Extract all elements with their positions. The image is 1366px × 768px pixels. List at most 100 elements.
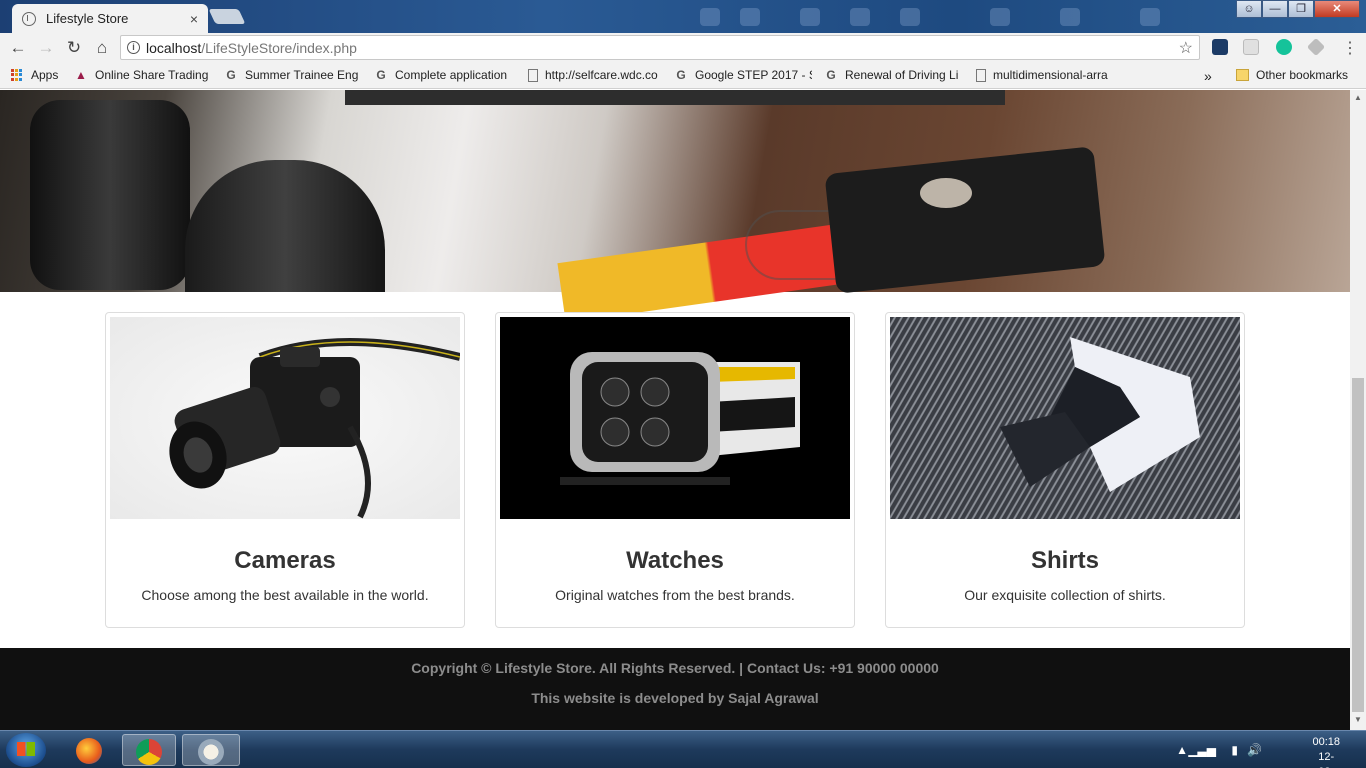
watches-image[interactable] (500, 317, 850, 519)
url-path: /LifeStyleStore/index.php (201, 39, 357, 56)
grammarly-icon[interactable] (1276, 39, 1292, 55)
close-window-button[interactable]: ✕ (1314, 0, 1360, 18)
extension-cube-icon[interactable] (1306, 37, 1326, 57)
browser-tab[interactable]: Lifestyle Store × (12, 4, 208, 33)
apps-grid-icon (10, 68, 24, 82)
category-card-shirts[interactable]: Shirts Our exquisite collection of shirt… (885, 312, 1245, 628)
show-hidden-icons-icon[interactable]: ▲ (1176, 743, 1188, 757)
background-decoration (740, 8, 760, 26)
bookmark-other-bookmarks[interactable]: Other bookmarks (1236, 68, 1348, 82)
bookmark-label: Complete application (395, 68, 508, 82)
bookmark-renewal-driving[interactable]: G Renewal of Driving Li (824, 68, 960, 82)
taskbar-firefox[interactable] (62, 734, 116, 766)
bookmark-apps[interactable]: Apps (10, 68, 58, 82)
google-icon: G (226, 68, 236, 82)
scrollbar-thumb[interactable] (1352, 378, 1364, 712)
taskbar-chrome[interactable] (122, 734, 176, 766)
card-description: Choose among the best available in the w… (141, 587, 429, 603)
extension-pdf-icon[interactable] (1243, 39, 1259, 55)
menu-kebab-icon[interactable]: ⋮ (1342, 38, 1358, 58)
firefox-icon (76, 738, 102, 764)
site-info-icon[interactable]: i (127, 41, 140, 54)
bookmark-label: Other bookmarks (1256, 68, 1349, 82)
clock-time: 00:18 (1312, 736, 1340, 748)
category-card-cameras[interactable]: Cameras Choose among the best available … (105, 312, 465, 628)
browser-toolbar: ← → ↻ ⌂ i localhost/LifeStyleStore/index… (0, 33, 1366, 62)
background-decoration (1140, 8, 1160, 26)
reload-icon[interactable]: ↻ (60, 38, 88, 58)
page-content: Cameras Choose among the best available … (0, 90, 1350, 730)
card-title[interactable]: Watches (496, 547, 854, 575)
tab-title: Lifestyle Store (46, 11, 129, 26)
background-decoration (850, 8, 870, 26)
bookmark-google-step[interactable]: G Google STEP 2017 - S (674, 68, 812, 82)
bookmark-multidimensional[interactable]: multidimensional-arra (974, 68, 1112, 82)
window-controls: ☺ — ❐ ✕ (1236, 0, 1360, 18)
google-icon: G (676, 68, 686, 82)
hero-wallet-emblem (920, 178, 972, 208)
url-host: localhost (146, 39, 202, 56)
windows-logo-icon (17, 742, 35, 756)
card-title[interactable]: Cameras (106, 547, 464, 575)
signal-strength-icon[interactable]: ▁▃▅ (1188, 743, 1216, 757)
background-decoration (800, 8, 820, 26)
card-description: Original watches from the best brands. (555, 587, 795, 603)
background-decoration (1060, 8, 1080, 26)
maximize-button[interactable]: ❐ (1288, 0, 1314, 18)
bookmark-label: Google STEP 2017 - S (695, 68, 812, 82)
bookmark-label: Online Share Trading (95, 68, 209, 82)
minimize-button[interactable]: — (1262, 0, 1288, 18)
bookmark-summer-trainee[interactable]: G Summer Trainee Engi (224, 68, 358, 82)
shirts-image[interactable] (890, 317, 1240, 519)
page-favicon-icon (22, 11, 36, 26)
os-taskbar: ▲ ▁▃▅ ▮ 🔊 00:18 12-08-2017 (0, 730, 1366, 768)
bookmark-complete-application[interactable]: G Complete application (374, 68, 512, 82)
bookmark-label: Renewal of Driving Li (845, 68, 959, 82)
google-icon: G (826, 68, 836, 82)
site-footer: Copyright © Lifestyle Store. All Rights … (0, 648, 1350, 730)
back-arrow-icon[interactable]: ← (4, 38, 32, 58)
category-card-watches[interactable]: Watches Original watches from the best b… (495, 312, 855, 628)
page-icon (528, 68, 538, 82)
bookmark-online-share-trading[interactable]: ▲ Online Share Trading (74, 68, 210, 82)
background-decoration (990, 8, 1010, 26)
tab-close-icon[interactable]: × (190, 11, 198, 27)
footer-copyright: Copyright © Lifestyle Store. All Rights … (411, 660, 939, 676)
cameras-image[interactable] (110, 317, 460, 519)
scroll-down-arrow-icon[interactable]: ▼ (1350, 713, 1366, 727)
card-description: Our exquisite collection of shirts. (964, 587, 1166, 603)
home-icon[interactable]: ⌂ (88, 38, 116, 58)
bookmark-label: multidimensional-arra (993, 68, 1108, 82)
axis-logo-icon: ▲ (75, 68, 87, 82)
bookmark-label: http://selfcare.wdc.co (545, 68, 658, 82)
background-decoration (900, 8, 920, 26)
user-profile-button[interactable]: ☺ (1236, 0, 1262, 18)
clock-date: 12-08-2017 (1318, 751, 1335, 768)
extension-shield-icon[interactable] (1212, 39, 1228, 55)
page-icon (976, 68, 986, 82)
bookmarks-bar: Apps ▲ Online Share Trading G Summer Tra… (0, 62, 1366, 89)
new-tab-button[interactable] (208, 9, 246, 24)
forward-arrow-icon[interactable]: → (32, 38, 60, 58)
background-decoration (700, 8, 720, 26)
chrome-icon (136, 739, 162, 765)
hero-camera-lens-image (30, 100, 190, 290)
hero-lens-cap-image (185, 160, 385, 292)
browser-titlebar: Lifestyle Store × ☺ — ❐ ✕ (0, 0, 1366, 33)
card-title[interactable]: Shirts (886, 547, 1244, 575)
bookmark-label: Apps (31, 68, 59, 82)
google-icon: G (376, 68, 386, 82)
hero-overlay-bar (345, 90, 1005, 105)
bookmarks-overflow-button[interactable]: » (1204, 68, 1212, 84)
bookmark-star-icon[interactable]: ☆ (1179, 38, 1193, 58)
taskbar-paint[interactable] (182, 734, 240, 766)
hero-banner (0, 90, 1350, 323)
system-clock[interactable]: 00:18 12-08-2017 (1312, 735, 1340, 768)
product-categories: Cameras Choose among the best available … (105, 312, 1245, 628)
volume-icon[interactable]: 🔊 (1247, 743, 1262, 757)
scroll-up-arrow-icon[interactable]: ▲ (1350, 91, 1366, 105)
battery-icon[interactable]: ▮ (1231, 743, 1238, 757)
bookmark-label: Summer Trainee Engi (245, 68, 358, 82)
bookmark-selfcare[interactable]: http://selfcare.wdc.co (526, 68, 661, 82)
address-bar[interactable]: i localhost/LifeStyleStore/index.php ☆ (120, 35, 1200, 60)
